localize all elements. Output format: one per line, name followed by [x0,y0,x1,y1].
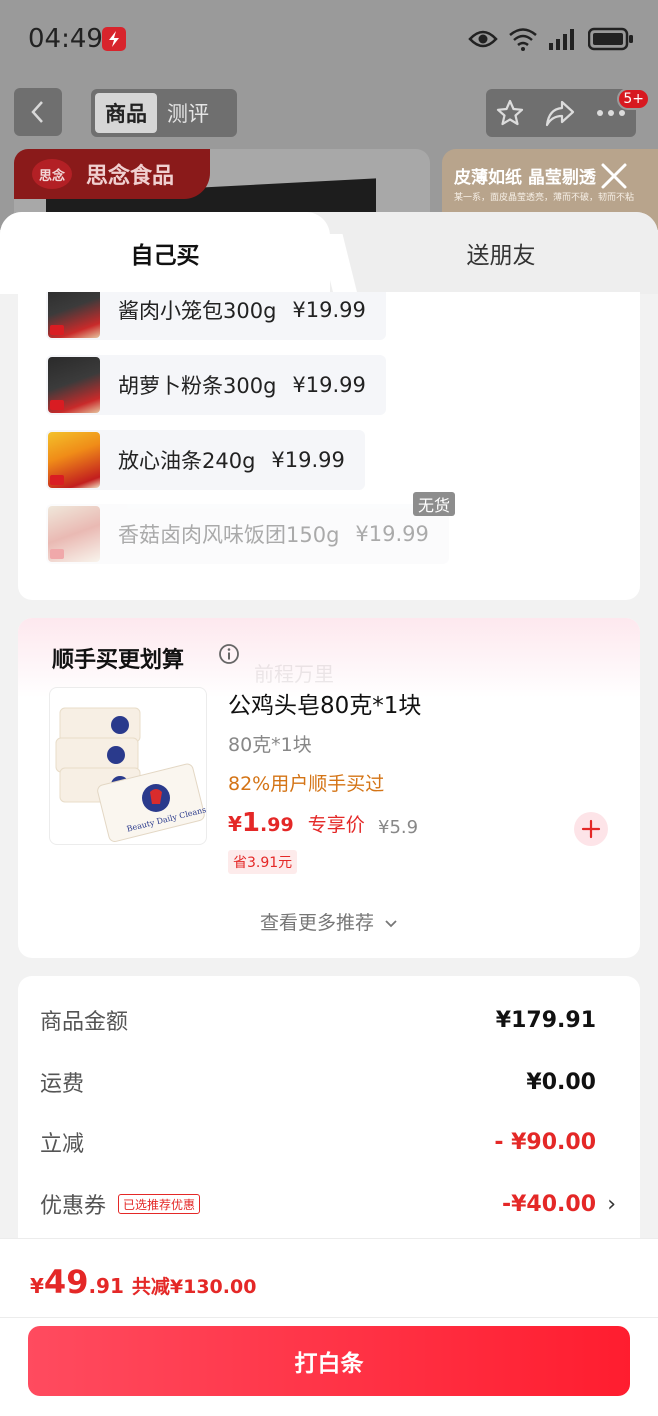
tab-buy-self-label: 自己买 [130,243,200,269]
item-price: ¥19.99 [355,522,429,546]
item-name: 香菇卤肉风味饭团150g [118,523,340,547]
total-symbol: ¥ [30,1274,44,1298]
star-icon[interactable] [495,98,525,128]
summary-label: 商品金额 [40,1010,129,1035]
summary-value: - ¥90.00 [494,1129,596,1155]
total-decimal: .91 [88,1274,124,1298]
price-label: 专享价 [307,814,365,836]
tab-review[interactable]: 测评 [157,93,219,133]
summary-value: -¥40.00 [501,1191,596,1217]
soap-product-image[interactable]: Beauty Daily Cleanser [49,687,207,845]
back-button[interactable] [14,88,62,136]
checkout-bar: ¥ 49 .91 共减¥130.00 打白条 [0,1238,658,1416]
social-proof-text: 82%用户顺手买过 [228,773,385,795]
status-bar: 04:49 [0,0,658,78]
total-reduction: 共减¥130.00 [131,1276,257,1298]
summary-row-coupon[interactable]: 优惠券 已选推荐优惠 -¥40.00 [40,1184,596,1224]
summary-row-goods: 商品金额 ¥179.91 [40,1000,596,1040]
item-thumbnail [48,432,100,488]
pay-button[interactable]: 打白条 [28,1326,630,1396]
tab-product[interactable]: 商品 [95,93,157,133]
header-actions [486,89,636,137]
summary-label: 优惠券 已选推荐优惠 [40,1188,201,1220]
chevron-left-icon [31,101,43,123]
more-icon[interactable] [595,108,627,118]
price-summary-card: 商品金额 ¥179.91 运费 ¥0.00 立减 - ¥90.00 优惠券 已选… [18,976,640,1276]
close-icon[interactable] [598,160,630,192]
item-price: ¥19.99 [271,448,345,472]
signal-icon [549,29,574,50]
app-notification-icon [102,27,126,51]
background-page: 04:49 商品 测评 5+ 思念 思念食品 皮薄如纸 晶莹剔透 某一系，面皮晶… [0,0,658,230]
chevron-down-icon [385,919,397,927]
eye-icon [468,30,498,48]
summary-label: 立减 [40,1132,85,1157]
item-price: ¥19.99 [292,298,366,322]
brand-name: 思念食品 [86,164,175,189]
message-badge: 5+ [617,88,650,110]
recommendation-card: 顺手买更划算 前程万里 Beauty Daily Cleanser 公鸡头皂80… [18,618,640,958]
list-item[interactable]: 放心油条240g ¥19.99 [46,430,365,490]
recommendation-product-spec: 80克*1块 [228,734,312,756]
recommendation-title: 顺手买更划算 [52,648,185,673]
price-symbol: ¥ [228,812,242,836]
summary-row-shipping: 运费 ¥0.00 [40,1062,596,1102]
coupon-label: 优惠券 [40,1194,107,1219]
purchase-sheet: 送朋友 自己买 酱肉小笼包300g ¥19.99 胡萝卜粉条300g ¥19.9… [0,212,658,1416]
tab-gift-friend[interactable]: 送朋友 [344,212,658,294]
status-icons [468,24,634,54]
coupon-selected-tag: 已选推荐优惠 [118,1194,201,1214]
item-thumbnail [48,357,100,413]
list-item-unavailable: 香菇卤肉风味饭团150g ¥19.99 [46,504,449,564]
watermark: 前程万里 [254,662,334,686]
item-price: ¥19.99 [292,373,366,397]
brand-strip: 思念 思念食品 [14,149,210,199]
item-name: 胡萝卜粉条300g [118,374,277,398]
see-more-label: 查看更多推荐 [259,912,374,934]
see-more-recommendations[interactable]: 查看更多推荐 [18,908,640,935]
list-item[interactable]: 胡萝卜粉条300g ¥19.99 [46,355,386,415]
status-time: 04:49 [28,24,103,54]
original-price: ¥5.9 [378,817,419,838]
summary-value: ¥179.91 [495,1007,596,1033]
summary-value: ¥0.00 [526,1069,596,1095]
list-item[interactable]: 酱肉小笼包300g ¥19.99 [46,292,386,340]
background-nav: 商品 测评 5+ [0,88,658,138]
item-name: 酱肉小笼包300g [118,299,277,323]
exclusive-price: ¥ 1 .99 专享价 [228,808,365,838]
battery-icon [588,27,633,51]
total-price: ¥ 49 .91 共减¥130.00 [30,1263,256,1301]
chevron-right-icon[interactable]: › [607,1192,616,1217]
product-review-tabs: 商品 测评 [91,89,237,137]
bundle-items-card: 酱肉小笼包300g ¥19.99 胡萝卜粉条300g ¥19.99 放心油条24… [18,292,640,600]
recommendation-product-name[interactable]: 公鸡头皂80克*1块 [228,686,421,720]
share-icon[interactable] [544,98,576,128]
plus-icon [581,819,601,839]
wifi-icon [509,28,537,51]
summary-label: 运费 [40,1072,85,1097]
price-decimal: .99 [260,814,294,836]
out-of-stock-badge: 无货 [413,492,456,516]
info-icon[interactable] [218,643,240,665]
purchase-mode-tabs: 送朋友 自己买 [0,212,658,294]
item-name: 放心油条240g [118,449,256,473]
summary-row-discount: 立减 - ¥90.00 [40,1122,596,1162]
tab-buy-self[interactable]: 自己买 [0,212,330,294]
item-thumbnail [48,506,100,562]
add-to-order-button[interactable] [574,812,608,846]
brand-logo: 思念 [32,159,72,189]
savings-badge: 省3.91元 [228,850,298,874]
price-integer: 1 [241,808,261,838]
item-thumbnail [48,292,100,338]
total-integer: 49 [43,1263,89,1301]
